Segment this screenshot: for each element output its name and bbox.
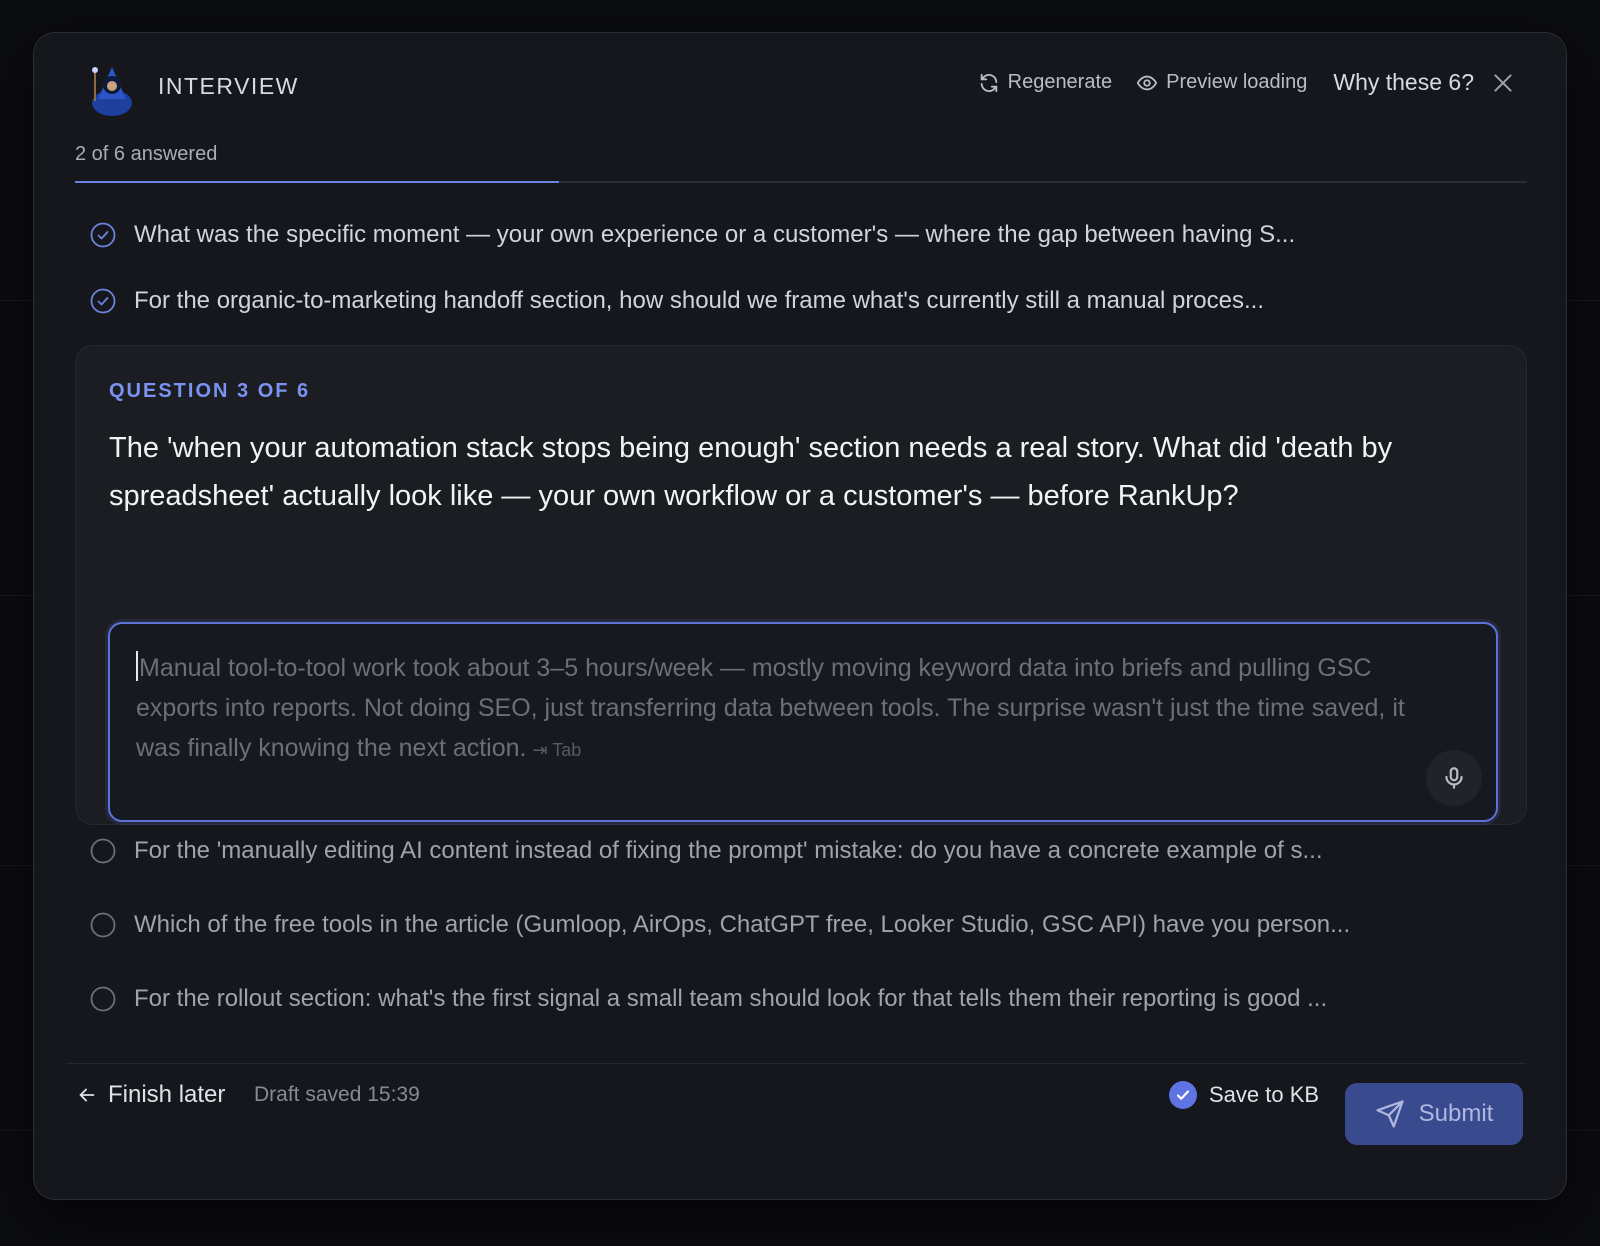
preview-label: Preview loading [1166,71,1308,93]
progress-fill [75,181,559,183]
save-to-kb-toggle[interactable]: Save to KB [1169,1081,1319,1109]
question-text: What was the specific moment — your own … [134,221,1296,248]
question-text: For the rollout section: what's the firs… [134,985,1328,1012]
regenerate-label: Regenerate [1007,71,1113,93]
draft-status: Draft saved 15:39 [254,1083,420,1106]
save-to-kb-label: Save to KB [1209,1082,1320,1107]
empty-circle-icon [90,912,116,938]
refresh-icon [980,73,997,92]
progress-label: 2 of 6 answered [75,143,218,165]
text-caret [136,651,138,681]
modal-header: INTERVIEW Regenerate Preview loading Why… [34,33,1566,143]
checkbox[interactable] [1169,1081,1197,1109]
finish-later-button[interactable]: Finish later [76,1081,225,1109]
close-icon[interactable] [1490,70,1516,96]
tab-hint: ⇥ Tab [532,740,582,760]
answer-placeholder: Manual tool-to-tool work took about 3–5 … [136,648,1436,770]
question-text: For the 'manually editing AI content ins… [134,837,1323,864]
answer-textarea[interactable]: Manual tool-to-tool work took about 3–5 … [108,622,1498,822]
pending-question-item[interactable]: For the 'manually editing AI content ins… [90,837,1526,865]
submit-label: Submit [1418,1100,1494,1127]
eye-icon [1137,75,1158,90]
microphone-button[interactable] [1426,750,1482,806]
why-these-button[interactable]: Why these 6? [1333,69,1474,96]
regenerate-button[interactable]: Regenerate [978,71,1113,94]
preview-loading-button[interactable]: Preview loading [1136,71,1307,94]
empty-circle-icon [90,838,116,864]
placeholder-text: Manual tool-to-tool work took about 3–5 … [136,654,1405,762]
microphone-icon [1445,767,1463,789]
question-text: For the organic-to-marketing handoff sec… [134,287,1265,314]
pending-question-item[interactable]: Which of the free tools in the article (… [90,911,1526,939]
check-circle-icon [90,222,116,248]
check-icon [1176,1090,1190,1100]
pending-question-item[interactable]: For the rollout section: what's the firs… [90,985,1526,1013]
modal-title: INTERVIEW [158,73,299,99]
empty-circle-icon [90,986,116,1012]
submit-button[interactable]: Submit [1345,1083,1523,1145]
progress-bar [75,181,1527,183]
finish-later-label: Finish later [108,1081,226,1108]
send-icon [1376,1100,1404,1128]
active-question-card: QUESTION 3 OF 6 The 'when your automatio… [75,345,1527,825]
answered-question-item[interactable]: For the organic-to-marketing handoff sec… [90,287,1526,315]
interview-modal: INTERVIEW Regenerate Preview loading Why… [33,32,1567,1200]
avatar [92,67,132,116]
footer-divider [66,1063,1526,1064]
arrow-left-icon [79,1088,95,1102]
header-actions: Regenerate Preview loading Why these 6? [978,69,1516,96]
answered-question-item[interactable]: What was the specific moment — your own … [90,221,1526,249]
active-question-text: The 'when your automation stack stops be… [109,432,1393,512]
check-circle-icon [90,288,116,314]
question-text: Which of the free tools in the article (… [134,911,1351,938]
question-counter: QUESTION 3 OF 6 [109,380,311,402]
